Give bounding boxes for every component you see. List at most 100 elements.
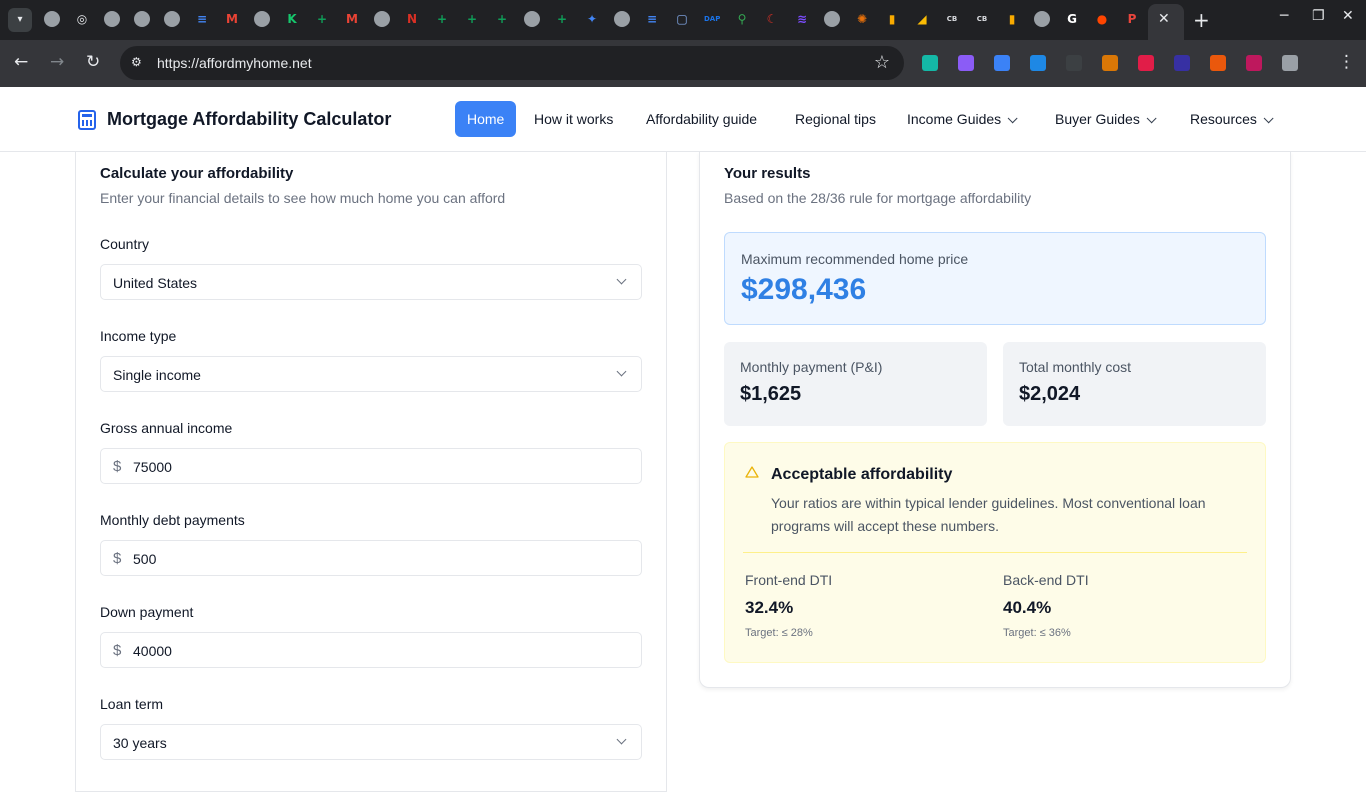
extension-icon[interactable] — [1138, 55, 1154, 71]
nav-resources[interactable]: Resources — [1190, 111, 1274, 127]
nav-buyer-guides[interactable]: Buyer Guides — [1055, 111, 1157, 127]
globe-icon[interactable] — [164, 11, 180, 27]
browser-menu-icon[interactable]: ⋮ — [1338, 52, 1355, 72]
sheets-icon[interactable]: + — [494, 11, 510, 27]
analytics-icon[interactable]: ▮ — [884, 11, 900, 27]
extension-icon[interactable] — [958, 55, 974, 71]
globe-icon[interactable] — [524, 11, 540, 27]
sheets-icon[interactable]: + — [554, 11, 570, 27]
gmail-icon[interactable]: M — [344, 11, 360, 27]
close-window-icon[interactable]: ✕ — [1342, 8, 1354, 24]
monthly-debt-label: Monthly debt payments — [100, 512, 245, 528]
maps-icon[interactable]: ⚲ — [734, 11, 750, 27]
globe-icon[interactable] — [44, 11, 60, 27]
monthly-debt-input[interactable]: $ 500 — [100, 540, 642, 576]
down-payment-input[interactable]: $ 40000 — [100, 632, 642, 668]
gemini-icon[interactable]: ✦ — [584, 11, 600, 27]
globe-icon[interactable] — [614, 11, 630, 27]
stack-icon[interactable]: ≋ — [794, 11, 810, 27]
gross-income-input[interactable]: $ 75000 — [100, 448, 642, 484]
url-text[interactable]: https://affordmyhome.net — [157, 55, 312, 71]
openai-icon[interactable]: ◎ — [74, 11, 90, 27]
results-card: Your results Based on the 28/36 rule for… — [699, 152, 1291, 688]
max-price-box: Maximum recommended home price $298,436 — [724, 232, 1266, 325]
down-payment-label: Down payment — [100, 604, 194, 620]
extension-icon[interactable] — [1102, 55, 1118, 71]
calculator-icon — [78, 110, 96, 130]
max-price-label: Maximum recommended home price — [741, 251, 969, 267]
globe-icon[interactable] — [254, 11, 270, 27]
address-bar[interactable]: ⚙ https://affordmyhome.net ☆ — [120, 46, 904, 80]
extension-icon[interactable] — [922, 55, 938, 71]
cb-icon[interactable]: CB — [974, 11, 990, 27]
nav-income-guides-label: Income Guides — [907, 111, 1002, 127]
income-type-select[interactable]: Single income — [100, 356, 642, 392]
site-info-icon[interactable]: ⚙ — [131, 55, 145, 69]
back-icon[interactable]: ← — [14, 52, 28, 72]
loan-term-select[interactable]: 30 years — [100, 724, 642, 760]
globe-icon[interactable] — [104, 11, 120, 27]
docs-icon[interactable]: ≡ — [194, 11, 210, 27]
forward-icon[interactable]: → — [50, 52, 64, 72]
gross-income-label: Gross annual income — [100, 420, 233, 436]
globe-icon[interactable] — [374, 11, 390, 27]
calculator-form-panel: Calculate your affordability Enter your … — [75, 152, 667, 792]
warning-icon — [745, 466, 759, 478]
loan-term-value: 30 years — [113, 735, 167, 751]
site-title[interactable]: Mortgage Affordability Calculator — [107, 109, 391, 130]
nav-affordability-guide[interactable]: Affordability guide — [646, 111, 757, 127]
globe-icon[interactable] — [134, 11, 150, 27]
close-tab-icon[interactable]: ✕ — [1158, 11, 1170, 27]
globe-icon[interactable] — [824, 11, 840, 27]
chart-icon[interactable]: ▮ — [1004, 11, 1020, 27]
restore-icon[interactable]: ❐ — [1312, 8, 1325, 24]
docs-icon[interactable]: ≡ — [644, 11, 660, 27]
results-subtitle: Based on the 28/36 rule for mortgage aff… — [724, 190, 1032, 206]
reddit-icon[interactable]: ● — [1094, 11, 1110, 27]
nav-how-it-works[interactable]: How it works — [534, 111, 613, 127]
sheets-icon[interactable]: + — [314, 11, 330, 27]
nav-regional-tips[interactable]: Regional tips — [795, 111, 876, 127]
moon-icon[interactable]: ☾ — [764, 11, 780, 27]
gross-income-value[interactable]: 75000 — [133, 459, 172, 475]
extension-icon[interactable] — [1066, 55, 1082, 71]
extension-icon[interactable] — [1174, 55, 1190, 71]
ads-icon[interactable]: ◢ — [914, 11, 930, 27]
new-tab-button[interactable]: + — [1193, 8, 1210, 32]
nav-income-guides[interactable]: Income Guides — [907, 111, 1018, 127]
p-icon[interactable]: P — [1124, 11, 1140, 27]
bookmark-star-icon[interactable]: ☆ — [874, 52, 890, 73]
back-dti-value: 40.4% — [1003, 598, 1052, 617]
income-type-label: Income type — [100, 328, 177, 344]
screen-icon[interactable]: ▢ — [674, 11, 690, 27]
extension-icon[interactable] — [1030, 55, 1046, 71]
chevron-down-icon — [616, 734, 627, 745]
extension-icon[interactable] — [1246, 55, 1262, 71]
results-title: Your results — [724, 165, 811, 182]
tab-search-button[interactable]: ▾ — [8, 8, 32, 32]
country-select[interactable]: United States — [100, 264, 642, 300]
reload-icon[interactable]: ↻ — [86, 52, 100, 72]
max-price-value: $298,436 — [741, 273, 867, 306]
script-icon[interactable]: N — [404, 11, 420, 27]
active-tab[interactable]: ✕ — [1148, 4, 1184, 40]
cb-icon[interactable]: CB — [944, 11, 960, 27]
down-payment-value[interactable]: 40000 — [133, 643, 172, 659]
google-icon[interactable]: G — [1064, 11, 1080, 27]
minimize-icon[interactable]: ─ — [1280, 8, 1288, 24]
k-icon[interactable]: K — [284, 11, 300, 27]
extension-icon[interactable] — [994, 55, 1010, 71]
burst-icon[interactable]: ✺ — [854, 11, 870, 27]
extension-icon[interactable] — [1210, 55, 1226, 71]
sheets-icon[interactable]: + — [464, 11, 480, 27]
globe-icon[interactable] — [1034, 11, 1050, 27]
sheets-icon[interactable]: + — [434, 11, 450, 27]
nav-home[interactable]: Home — [455, 101, 517, 137]
dap-icon[interactable]: DAP — [704, 11, 720, 27]
monthly-debt-value[interactable]: 500 — [133, 551, 156, 567]
gmail-icon[interactable]: M — [224, 11, 240, 27]
form-subtitle: Enter your financial details to see how … — [100, 190, 506, 206]
extension-icon[interactable] — [1282, 55, 1298, 71]
browser-tab-strip: ▾ ◎ ≡ M K + M N + + + + ✦ ≡ ▢ DAP ⚲ ☾ ≋ ✺ ▮ ◢ CB CB ▮ G ● P ✕ + ─ … — [0, 0, 1366, 40]
chevron-down-icon — [1263, 113, 1274, 124]
